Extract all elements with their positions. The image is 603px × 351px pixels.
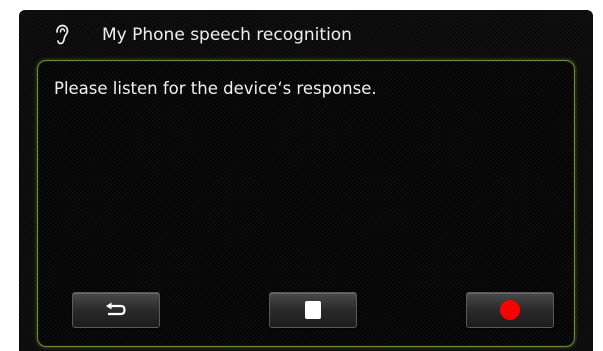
page-title: My Phone speech recognition <box>102 25 352 45</box>
ear-icon <box>56 24 69 45</box>
head-unit-screen: My Phone speech recognition Please liste… <box>19 10 593 351</box>
title-bar: My Phone speech recognition <box>19 10 593 60</box>
stop-button[interactable] <box>269 292 357 328</box>
return-arrow-icon <box>106 302 126 316</box>
back-button[interactable] <box>72 292 160 328</box>
stop-icon <box>305 301 321 319</box>
status-message: Please listen for the device‘s response. <box>54 79 377 98</box>
response-panel: Please listen for the device‘s response. <box>37 60 575 347</box>
record-button[interactable] <box>466 292 554 328</box>
record-icon <box>500 300 520 320</box>
